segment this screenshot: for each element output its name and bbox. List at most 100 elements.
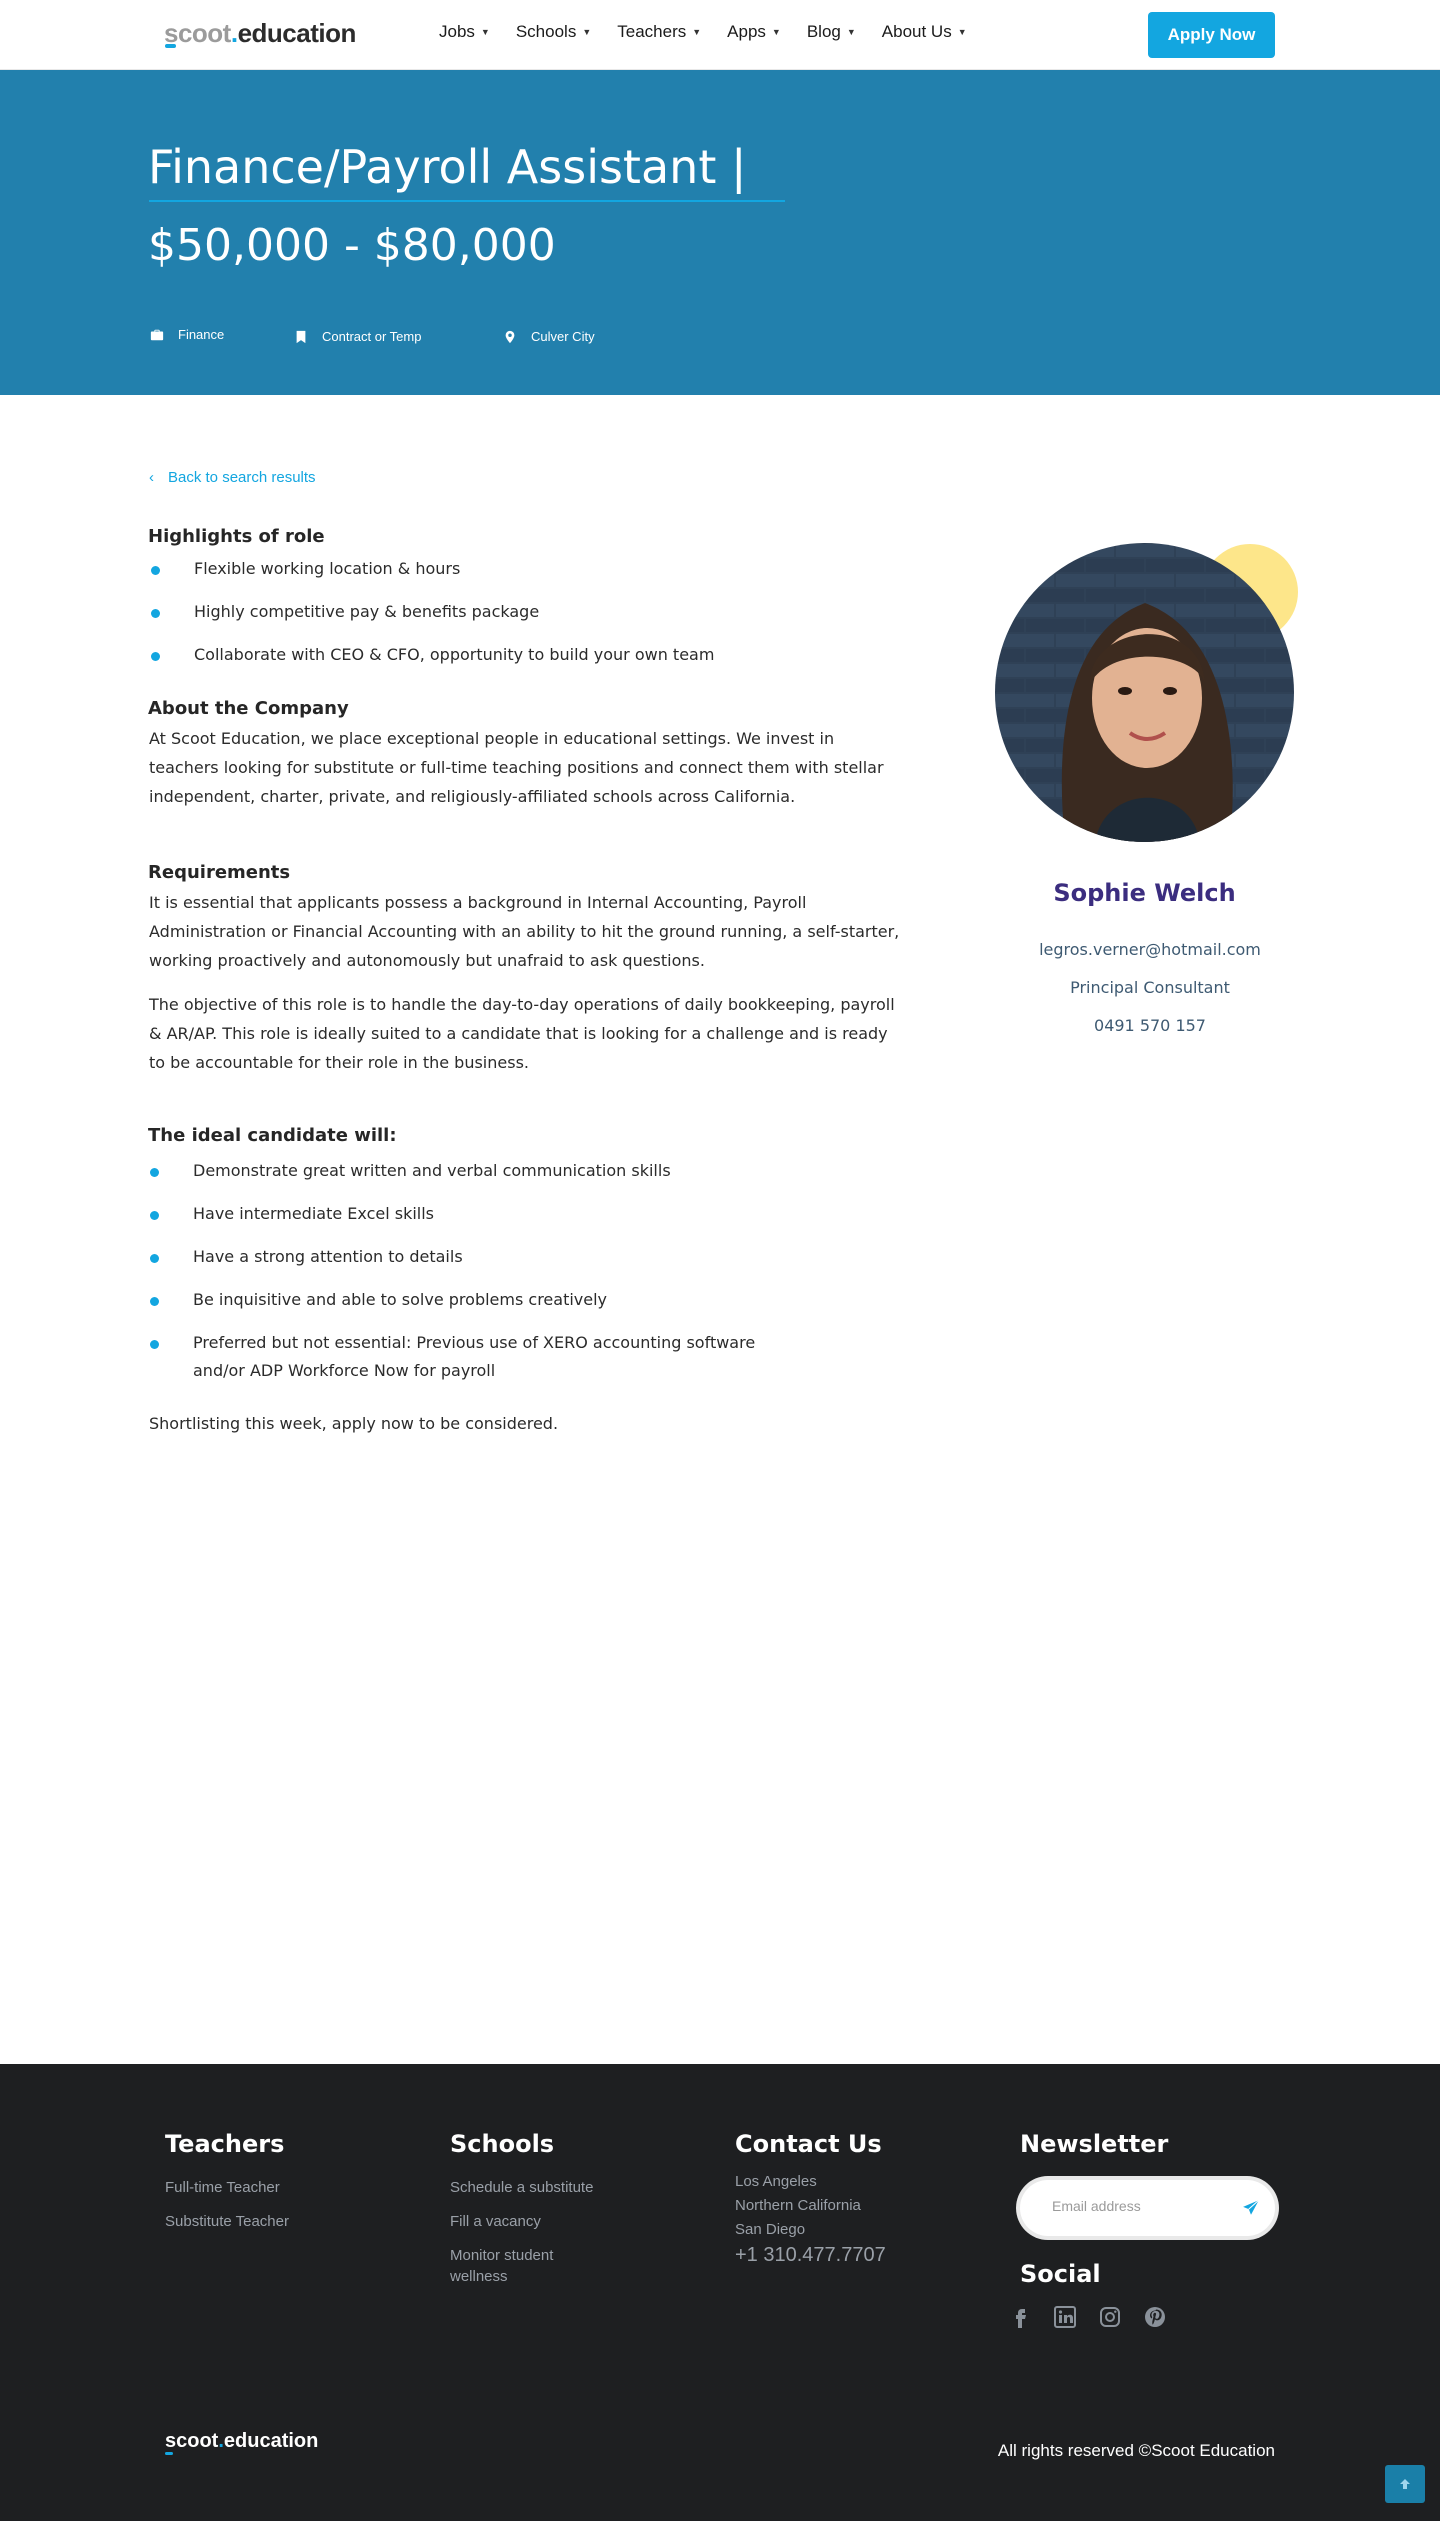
meta-type-label: Contract or Temp — [322, 329, 422, 344]
chevron-down-icon: ▼ — [582, 27, 592, 37]
bullet-icon — [150, 1340, 159, 1349]
chevron-down-icon: ▼ — [771, 27, 781, 37]
list-item-text: Demonstrate great written and verbal com… — [193, 1161, 671, 1180]
nav-label: About Us — [881, 22, 952, 41]
footer-link-full-time-teacher[interactable]: Full-time Teacher — [165, 2177, 280, 2198]
job-hero: Finance/Payroll Assistant | $50,000 - $8… — [0, 70, 1440, 395]
closing-note: Shortlisting this week, apply now to be … — [149, 1414, 559, 1433]
footer-schools-heading: Schools — [450, 2130, 555, 2158]
list-item-text: Collaborate with CEO & CFO, opportunity … — [194, 645, 715, 664]
consultant-phone[interactable]: 0491 570 157 — [995, 1016, 1305, 1035]
highlights-list: Flexible working location & hours Highly… — [150, 555, 714, 684]
footer-link-fill-vacancy[interactable]: Fill a vacancy — [450, 2211, 541, 2232]
briefcase-icon — [150, 329, 164, 340]
facebook-icon[interactable] — [1008, 2305, 1032, 2329]
list-item: Collaborate with CEO & CFO, opportunity … — [150, 641, 714, 669]
newsletter-email-input[interactable] — [1052, 2198, 1212, 2214]
back-to-results-link[interactable]: ‹ Back to search results — [149, 469, 316, 486]
chevron-left-icon: ‹ — [149, 469, 154, 486]
footer-social-heading: Social — [1020, 2260, 1101, 2288]
nav-teachers[interactable]: Teachers ▼ — [617, 22, 701, 42]
meta-location: Culver City — [503, 329, 595, 344]
consultant-avatar — [995, 543, 1294, 842]
ideal-candidate-heading: The ideal candidate will: — [148, 1125, 397, 1146]
list-item-text: Highly competitive pay & benefits packag… — [194, 602, 540, 621]
consultant-name: Sophie Welch — [1053, 879, 1236, 907]
location-san-diego: San Diego — [735, 2221, 806, 2238]
footer-logo-part-1: scoot — [165, 2430, 219, 2452]
meta-category: Finance — [150, 327, 224, 342]
apply-now-button[interactable]: Apply Now — [1148, 12, 1275, 58]
list-item-text: Flexible working location & hours — [194, 559, 461, 578]
list-item: Preferred but not essential: Previous us… — [149, 1329, 769, 1385]
bullet-icon — [151, 652, 160, 661]
list-item: Be inquisitive and able to solve problem… — [149, 1286, 769, 1314]
map-pin-icon — [505, 330, 515, 343]
nav-jobs[interactable]: Jobs ▼ — [439, 22, 490, 42]
list-item: Highly competitive pay & benefits packag… — [150, 598, 714, 626]
about-text: At Scoot Education, we place exceptional… — [149, 729, 884, 806]
meta-type: Contract or Temp — [294, 329, 421, 344]
newsletter-form — [1020, 2180, 1275, 2236]
footer-link-substitute-teacher[interactable]: Substitute Teacher — [165, 2211, 289, 2232]
top-navbar: scoot.education Jobs ▼ Schools ▼ Teachers ▼… — [0, 0, 1440, 70]
consultant-email[interactable]: legros.verner@hotmail.com — [995, 940, 1305, 959]
linkedin-icon[interactable] — [1053, 2305, 1077, 2329]
main-nav: Jobs ▼ Schools ▼ Teachers ▼ Apps ▼ Blog ▼ Abo… — [439, 22, 967, 42]
bookmark-icon — [296, 330, 306, 343]
footer-link-schedule-substitute[interactable]: Schedule a substitute — [450, 2177, 593, 2198]
logo-accent-bar — [165, 44, 176, 48]
social-links — [1008, 2305, 1167, 2329]
chevron-down-icon: ▼ — [846, 27, 856, 37]
bullet-icon — [151, 609, 160, 618]
back-link-label: Back to search results — [168, 469, 316, 486]
back-to-top-button[interactable] — [1385, 2465, 1425, 2503]
meta-category-label: Finance — [178, 327, 225, 342]
bullet-icon — [150, 1254, 159, 1263]
chevron-down-icon: ▼ — [957, 27, 967, 37]
nav-apps[interactable]: Apps ▼ — [727, 22, 781, 42]
nav-label: Apps — [727, 22, 766, 41]
nav-label: Schools — [515, 22, 577, 41]
nav-label: Teachers — [617, 22, 687, 41]
location-northern-california: Northern California — [735, 2197, 861, 2214]
list-item-text: Have a strong attention to details — [193, 1247, 463, 1266]
nav-label: Jobs — [439, 22, 475, 41]
chevron-down-icon: ▼ — [692, 27, 702, 37]
list-item: Flexible working location & hours — [150, 555, 714, 583]
footer-logo-accent-bar — [165, 2452, 173, 2455]
consultant-role: Principal Consultant — [1070, 978, 1230, 997]
contact-phone[interactable]: +1 310.477.7707 — [735, 2244, 886, 2267]
logo-dot: . — [230, 18, 238, 48]
footer-logo[interactable]: scoot.education — [165, 2430, 318, 2453]
footer-link-monitor-wellness[interactable]: Monitor student wellness — [450, 2245, 580, 2287]
title-underline — [149, 200, 785, 202]
nav-label: Blog — [806, 22, 841, 41]
copyright-text: All rights reserved ©Scoot Education — [997, 2441, 1275, 2460]
instagram-icon[interactable] — [1098, 2305, 1122, 2329]
list-item: Have a strong attention to details — [149, 1243, 769, 1271]
requirements-text-1: It is essential that applicants possess … — [149, 893, 900, 970]
footer-contact-heading: Contact Us — [735, 2130, 882, 2158]
nav-about-us[interactable]: About Us ▼ — [882, 22, 967, 42]
about-heading: About the Company — [148, 698, 349, 719]
logo-part-2: education — [237, 18, 357, 48]
list-item-text: Preferred but not essential: Previous us… — [193, 1333, 756, 1380]
bullet-icon — [150, 1297, 159, 1306]
arrow-up-icon — [1400, 2479, 1410, 2489]
site-logo[interactable]: scoot.education — [164, 18, 356, 49]
list-item-text: Have intermediate Excel skills — [193, 1204, 435, 1223]
bullet-icon — [150, 1211, 159, 1220]
bullet-icon — [150, 1168, 159, 1177]
list-item-text: Be inquisitive and able to solve problem… — [193, 1290, 608, 1309]
footer-teachers-heading: Teachers — [165, 2130, 285, 2158]
send-icon[interactable] — [1242, 2199, 1260, 2217]
nav-schools[interactable]: Schools ▼ — [516, 22, 591, 42]
footer-logo-part-2: education — [223, 2430, 319, 2452]
bullet-icon — [151, 566, 160, 575]
pinterest-icon[interactable] — [1143, 2305, 1167, 2329]
footer-newsletter-heading: Newsletter — [1020, 2130, 1169, 2158]
nav-blog[interactable]: Blog ▼ — [807, 22, 856, 42]
location-los-angeles: Los Angeles — [735, 2173, 817, 2190]
ideal-candidate-list: Demonstrate great written and verbal com… — [149, 1157, 769, 1400]
